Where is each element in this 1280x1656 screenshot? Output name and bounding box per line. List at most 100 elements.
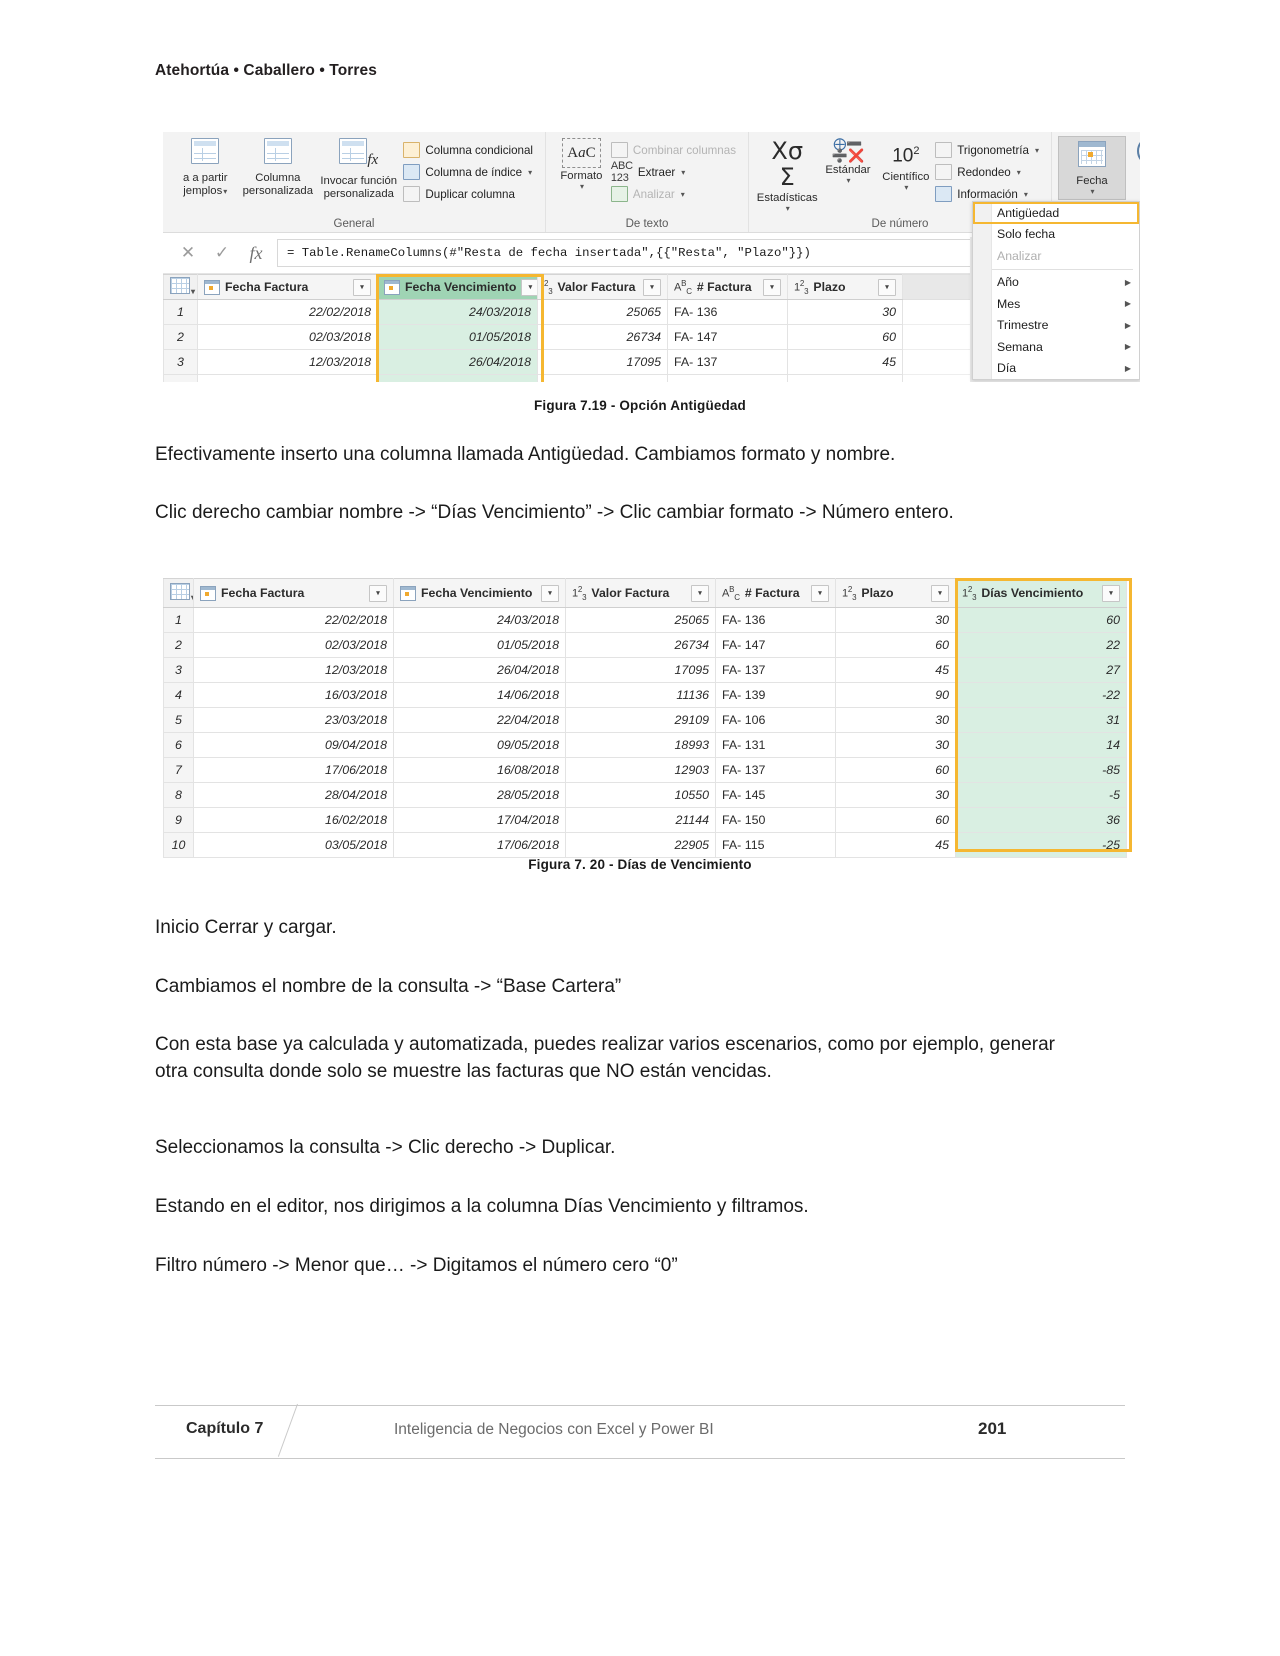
cancel-formula-icon[interactable]: ✕ bbox=[171, 243, 205, 263]
column-filter-button[interactable]: ▾ bbox=[931, 584, 949, 602]
column-label: Fecha Vencimiento bbox=[405, 280, 517, 294]
table-row[interactable]: 4 16/03/2018 14/06/2018 11136 FA- 139 90… bbox=[163, 682, 1127, 708]
row-number: 8 bbox=[163, 782, 194, 808]
menu-item-antiguedad[interactable]: Antigüedad bbox=[973, 202, 1139, 224]
ribbon-button-columna-de-indice[interactable]: Columna de índice ▾ bbox=[403, 161, 539, 183]
ribbon-button-columna-personalizada[interactable]: Columna personalizada bbox=[242, 138, 315, 197]
trigonometry-icon bbox=[935, 142, 953, 158]
table-row[interactable]: 7 17/06/2018 16/08/2018 12903 FA- 137 60… bbox=[163, 757, 1127, 783]
ribbon-button-fecha[interactable]: Fecha ▾ bbox=[1058, 136, 1126, 200]
column-label: Fecha Factura bbox=[221, 586, 305, 600]
cell-plazo: 60 bbox=[835, 632, 956, 658]
chevron-down-icon: ▾ bbox=[681, 167, 686, 177]
cell-plazo: 90 bbox=[787, 374, 903, 382]
column-filter-button[interactable]: ▾ bbox=[878, 278, 896, 296]
row-number: 10 bbox=[163, 832, 194, 858]
cell-fecha-vencimiento: 17/06/2018 bbox=[393, 832, 566, 858]
ribbon-button-analizar-texto[interactable]: Analizar ▾ bbox=[610, 183, 742, 205]
table-row[interactable]: 5 23/03/2018 22/04/2018 29109 FA- 106 30… bbox=[163, 707, 1127, 733]
ribbon-button-trigonometria[interactable]: Trigonometría ▾ bbox=[935, 139, 1045, 161]
ribbon-button-columna-condicional[interactable]: Columna condicional bbox=[403, 139, 539, 161]
btn-line2: personalizada bbox=[242, 184, 313, 197]
menu-item-trimestre[interactable]: Trimestre ▶ bbox=[973, 315, 1139, 337]
menu-item-semana[interactable]: Semana ▶ bbox=[973, 336, 1139, 358]
paragraph-4: Cambiamos el nombre de la consulta -> “B… bbox=[155, 976, 622, 997]
column-filter-button[interactable]: ▾ bbox=[369, 584, 387, 602]
select-all-cell[interactable]: ▾ bbox=[163, 274, 198, 300]
ribbon-button-combinar-columnas[interactable]: Combinar columnas bbox=[610, 139, 742, 161]
column-filter-button[interactable]: ▾ bbox=[1102, 584, 1120, 602]
column-header-numero-factura[interactable]: ABC # Factura ▾ bbox=[715, 578, 836, 608]
ribbon-button-redondeo[interactable]: Redondeo ▾ bbox=[935, 161, 1045, 183]
menu-item-label: Analizar bbox=[997, 248, 1042, 263]
menu-item-ano[interactable]: Año ▶ bbox=[973, 272, 1139, 294]
menu-item-label: Año bbox=[997, 275, 1019, 290]
ribbon-button-estadisticas[interactable]: Xσ Σ Estadísticas ▾ bbox=[755, 138, 820, 214]
column-header-valor-factura[interactable]: 23 Valor Factura ▾ bbox=[537, 274, 668, 300]
column-header-fecha-factura[interactable]: Fecha Factura ▾ bbox=[197, 274, 378, 300]
menu-item-mes[interactable]: Mes ▶ bbox=[973, 293, 1139, 315]
ribbon-button-invocar-funcion-personalizada[interactable]: fx Invocar función personalizada bbox=[314, 138, 403, 200]
row-number: 3 bbox=[163, 657, 194, 683]
table-row[interactable]: 6 09/04/2018 09/05/2018 18993 FA- 131 30… bbox=[163, 732, 1127, 758]
btn-line1: Estadísticas bbox=[756, 192, 818, 204]
ribbon-button-estandar[interactable]: ⨁➖ ➗❌ Estándar ▾ bbox=[820, 136, 877, 186]
standard-math-icon: ⨁➖ ➗❌ bbox=[831, 136, 865, 163]
table-row[interactable]: 9 16/02/2018 17/04/2018 21144 FA- 150 60… bbox=[163, 807, 1127, 833]
column-filter-button[interactable]: ▾ bbox=[353, 278, 371, 296]
fx-icon[interactable]: fx bbox=[239, 243, 273, 264]
column-header-fecha-factura[interactable]: Fecha Factura ▾ bbox=[193, 578, 394, 608]
column-filter-button[interactable]: ▾ bbox=[763, 278, 781, 296]
table-row[interactable]: 3 12/03/2018 26/04/2018 17095 FA- 137 45… bbox=[163, 657, 1127, 683]
row-number: 1 bbox=[163, 607, 194, 633]
column-header-fecha-vencimiento[interactable]: Fecha Vencimiento ▾ bbox=[393, 578, 566, 608]
table-row[interactable]: 1 22/02/2018 24/03/2018 25065 FA- 136 30… bbox=[163, 607, 1127, 633]
column-header-plazo[interactable]: 123 Plazo ▾ bbox=[835, 578, 956, 608]
text-type-icon: ABC bbox=[722, 584, 740, 602]
whole-number-type-icon: 123 bbox=[794, 278, 809, 296]
chevron-down-icon[interactable]: ▾ bbox=[1090, 187, 1094, 197]
menu-item-dia[interactable]: Día ▶ bbox=[973, 358, 1139, 380]
btn-line1: Formato bbox=[560, 170, 603, 182]
column-filter-button[interactable]: ▾ bbox=[541, 584, 559, 602]
invoke-function-icon: fx bbox=[339, 138, 378, 173]
table-row[interactable]: 2 02/03/2018 01/05/2018 26734 FA- 147 60… bbox=[163, 632, 1127, 658]
column-filter-button[interactable]: ▾ bbox=[691, 584, 709, 602]
cell-dias-vencimiento: -25 bbox=[955, 832, 1127, 858]
ribbon-button-duplicar-columna[interactable]: Duplicar columna bbox=[403, 183, 539, 205]
cell-dias-vencimiento: 31 bbox=[955, 707, 1127, 733]
cell-valor-factura: 26734 bbox=[565, 632, 716, 658]
column-filter-button[interactable]: ▾ bbox=[521, 278, 537, 296]
cell-numero-factura: FA- 145 bbox=[715, 782, 836, 808]
column-header-fecha-vencimiento[interactable]: Fecha Vencimiento ▾ bbox=[377, 274, 538, 300]
whole-number-type-icon: 123 bbox=[572, 584, 587, 602]
column-header-dias-vencimiento[interactable]: 123 Días Vencimiento ▾ bbox=[955, 578, 1127, 608]
ribbon-button-columna-desde-ejemplos[interactable]: a a partir jemplos▾ bbox=[169, 138, 242, 197]
cell-numero-factura: FA- 147 bbox=[667, 324, 788, 350]
statistics-icon: Xσ Σ bbox=[771, 137, 804, 191]
paragraph-5: Con esta base ya calculada y automatizad… bbox=[155, 1034, 1055, 1082]
ribbon-button-formato[interactable]: AaC Formato ▾ bbox=[552, 138, 611, 192]
accept-formula-icon[interactable]: ✓ bbox=[205, 243, 239, 263]
chevron-down-icon: ▾ bbox=[528, 167, 533, 177]
select-all-cell[interactable]: ▾ bbox=[163, 578, 194, 608]
column-header-numero-factura[interactable]: ABC # Factura ▾ bbox=[667, 274, 788, 300]
ribbon-group-general: a a partir jemplos▾ Columna personalizad… bbox=[163, 132, 545, 232]
cell-plazo: 60 bbox=[835, 807, 956, 833]
cell-dias-vencimiento: -85 bbox=[955, 757, 1127, 783]
column-filter-button[interactable]: ▾ bbox=[811, 584, 829, 602]
table-row[interactable]: 8 28/04/2018 28/05/2018 10550 FA- 145 30… bbox=[163, 782, 1127, 808]
cell-fecha-factura: 16/03/2018 bbox=[197, 374, 378, 382]
column-header-valor-factura[interactable]: 123 Valor Factura ▾ bbox=[565, 578, 716, 608]
column-filter-button[interactable]: ▾ bbox=[643, 278, 661, 296]
figure-power-query-ribbon: a a partir jemplos▾ Columna personalizad… bbox=[163, 132, 1140, 382]
menu-item-solo-fecha[interactable]: Solo fecha bbox=[973, 224, 1139, 246]
table-row[interactable]: 10 03/05/2018 17/06/2018 22905 FA- 115 4… bbox=[163, 832, 1127, 858]
ribbon-button-cientifico[interactable]: 102 Científico ▾ bbox=[876, 138, 935, 193]
table-body-2: 1 22/02/2018 24/03/2018 25065 FA- 136 30… bbox=[163, 607, 1127, 858]
preview-table-2: ▾ Fecha Factura ▾ Fecha Vencimiento ▾ bbox=[163, 578, 1127, 858]
ribbon-button-extraer[interactable]: ABC 123 Extraer ▾ bbox=[611, 160, 742, 184]
column-header-plazo[interactable]: 123 Plazo ▾ bbox=[787, 274, 903, 300]
ribbon-button-hora[interactable]: Hora ▾ bbox=[1126, 136, 1140, 196]
paragraph-1: Efectivamente inserto una columna llamad… bbox=[155, 444, 896, 465]
